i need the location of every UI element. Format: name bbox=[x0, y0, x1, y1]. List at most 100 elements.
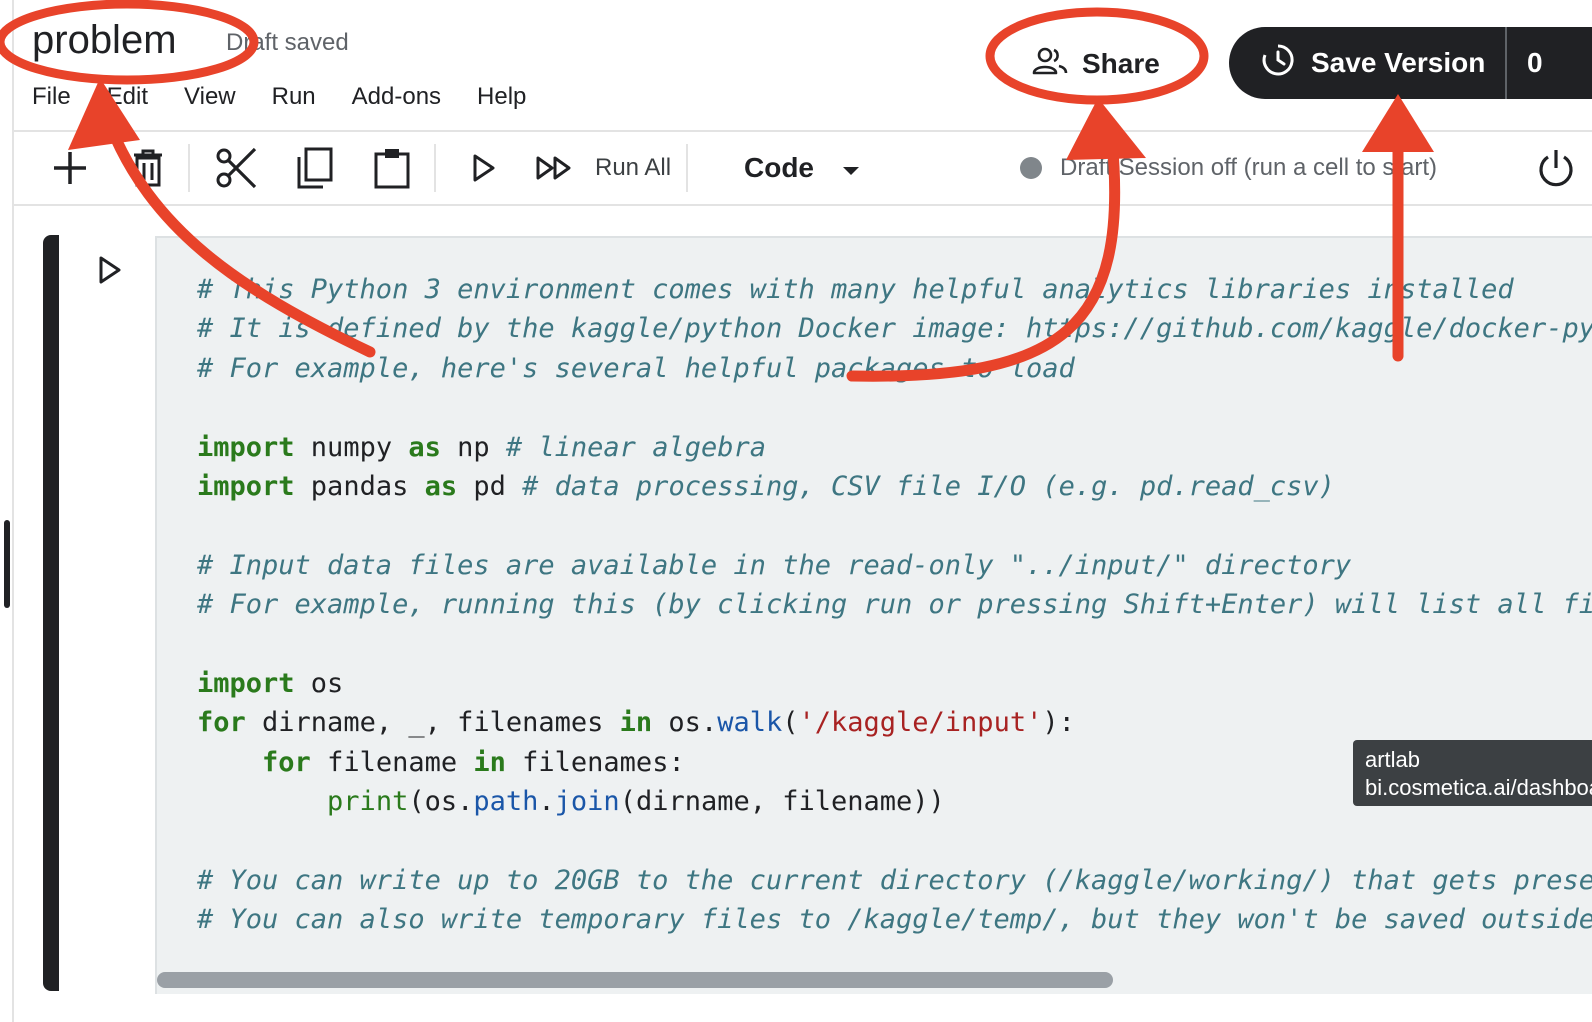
code-lines: # This Python 3 environment comes with m… bbox=[197, 270, 1592, 940]
code-token: # This Python 3 environment comes with m… bbox=[197, 274, 1514, 305]
sidebar-resize-handle[interactable] bbox=[4, 520, 10, 608]
menu-add-ons[interactable]: Add-ons bbox=[352, 80, 441, 114]
tooltip-line: artlab bbox=[1365, 747, 1421, 772]
save-version-button[interactable]: Save Version bbox=[1229, 43, 1505, 84]
code-line: import pandas as pd # data processing, C… bbox=[197, 467, 1592, 506]
code-line: import numpy as np # linear algebra bbox=[197, 428, 1592, 467]
menu-run[interactable]: Run bbox=[272, 80, 316, 114]
cell-selection-bar bbox=[43, 235, 59, 991]
code-token: numpy bbox=[294, 431, 409, 463]
code-token: ( bbox=[782, 707, 799, 739]
people-icon bbox=[1032, 46, 1068, 83]
run-all-icon[interactable] bbox=[530, 144, 578, 192]
code-line: # For example, here's several helpful pa… bbox=[197, 349, 1592, 388]
code-line: # You can also write temporary files to … bbox=[197, 900, 1592, 939]
save-version-button-group: Save Version 0 bbox=[1229, 27, 1592, 99]
code-token: import bbox=[197, 431, 295, 463]
code-line: # It is defined by the kaggle/python Doc… bbox=[197, 309, 1592, 348]
code-token: path bbox=[473, 786, 539, 818]
code-token: walk bbox=[717, 707, 783, 739]
code-token: in bbox=[619, 707, 653, 739]
code-token: # For example, here's several helpful pa… bbox=[197, 352, 1075, 384]
code-token: for bbox=[262, 746, 311, 778]
code-token: # You can also write temporary files to … bbox=[197, 904, 1592, 936]
toolbar-divider bbox=[686, 144, 688, 192]
code-token: # Input data files are available in the … bbox=[197, 549, 1352, 581]
session-status-text: Draft Session off (run a cell to start) bbox=[1060, 154, 1438, 181]
tooltip-line: bi.cosmetica.ai/dashboard bbox=[1365, 775, 1592, 800]
cell-run-icon[interactable] bbox=[92, 252, 128, 288]
code-token: (dirname, filename)) bbox=[619, 786, 945, 818]
power-icon[interactable] bbox=[1532, 144, 1580, 192]
run-cell-icon[interactable] bbox=[460, 144, 508, 192]
code-token: # For example, running this (by clicking… bbox=[197, 589, 1592, 621]
menu-edit[interactable]: Edit bbox=[107, 80, 148, 114]
session-status-dot bbox=[1020, 157, 1042, 179]
notebook-title[interactable]: problem bbox=[32, 14, 177, 66]
code-token: os bbox=[294, 667, 344, 699]
code-line: # For example, running this (by clicking… bbox=[197, 585, 1592, 624]
menu-file[interactable]: File bbox=[32, 80, 71, 114]
code-token: import bbox=[197, 667, 295, 699]
code-token: ): bbox=[1042, 707, 1075, 739]
delete-cell-icon[interactable] bbox=[124, 144, 172, 192]
code-token: join bbox=[554, 786, 620, 818]
code-line: for dirname, _, filenames in os.walk('/k… bbox=[197, 703, 1592, 742]
notebook-toolbar: Run All Code Draft Session off (run a ce… bbox=[14, 132, 1592, 204]
copy-icon[interactable] bbox=[290, 144, 338, 192]
menu-bar: File Edit View Run Add-ons Help bbox=[32, 80, 526, 114]
code-token: # You can write up to 20GB to the curren… bbox=[197, 864, 1592, 896]
link-tooltip: artlab bi.cosmetica.ai/dashboard bbox=[1353, 740, 1592, 806]
paste-icon[interactable] bbox=[368, 144, 416, 192]
share-label: Share bbox=[1082, 48, 1160, 79]
toolbar-divider bbox=[14, 204, 1592, 206]
code-cell-editor[interactable]: # This Python 3 environment comes with m… bbox=[155, 236, 1592, 994]
toolbar-divider bbox=[188, 144, 190, 192]
code-token: filename bbox=[310, 746, 474, 778]
code-token: '/kaggle/input' bbox=[798, 707, 1043, 739]
code-line: import os bbox=[197, 664, 1592, 703]
code-line: # Input data files are available in the … bbox=[197, 546, 1592, 585]
code-token: in bbox=[473, 746, 506, 778]
add-cell-icon[interactable] bbox=[46, 144, 94, 192]
code-token: print bbox=[327, 786, 409, 818]
horizontal-scrollbar[interactable] bbox=[157, 972, 1113, 988]
cut-icon[interactable] bbox=[212, 144, 260, 192]
code-line: # You can write up to 20GB to the curren… bbox=[197, 861, 1592, 900]
code-token: dirname, _, filenames bbox=[245, 707, 620, 739]
caret-down-icon bbox=[842, 148, 860, 188]
cell-type-value: Code bbox=[744, 152, 814, 183]
code-token: import bbox=[197, 470, 295, 502]
code-token: as bbox=[424, 470, 458, 502]
draft-status: Draft saved bbox=[226, 29, 349, 56]
code-token: # linear algebra bbox=[505, 431, 766, 463]
code-line: # This Python 3 environment comes with m… bbox=[197, 270, 1592, 309]
code-token: pandas bbox=[294, 470, 425, 502]
code-token: . bbox=[538, 786, 555, 818]
save-version-count[interactable]: 0 bbox=[1507, 47, 1543, 79]
code-token: as bbox=[408, 431, 441, 463]
code-token: pd bbox=[457, 470, 523, 502]
menu-view[interactable]: View bbox=[184, 80, 236, 114]
code-token: filenames: bbox=[505, 746, 685, 778]
code-token: np bbox=[440, 431, 506, 463]
toolbar-divider bbox=[434, 144, 436, 192]
save-version-label: Save Version bbox=[1311, 47, 1486, 78]
code-token: for bbox=[197, 707, 246, 739]
cell-type-select[interactable]: Code bbox=[744, 148, 860, 188]
run-all-button[interactable]: Run All bbox=[595, 150, 671, 186]
menu-help[interactable]: Help bbox=[477, 80, 526, 114]
share-button[interactable]: Share bbox=[1020, 38, 1188, 90]
code-token: (os. bbox=[408, 786, 474, 818]
session-status[interactable]: Draft Session off (run a cell to start) bbox=[1020, 150, 1437, 186]
history-clock-icon bbox=[1261, 43, 1295, 84]
code-token: # data processing, CSV file I/O (e.g. pd… bbox=[522, 470, 1335, 502]
code-token: # It is defined by the kaggle/python Doc… bbox=[197, 313, 1592, 345]
code-token: os. bbox=[652, 707, 718, 739]
